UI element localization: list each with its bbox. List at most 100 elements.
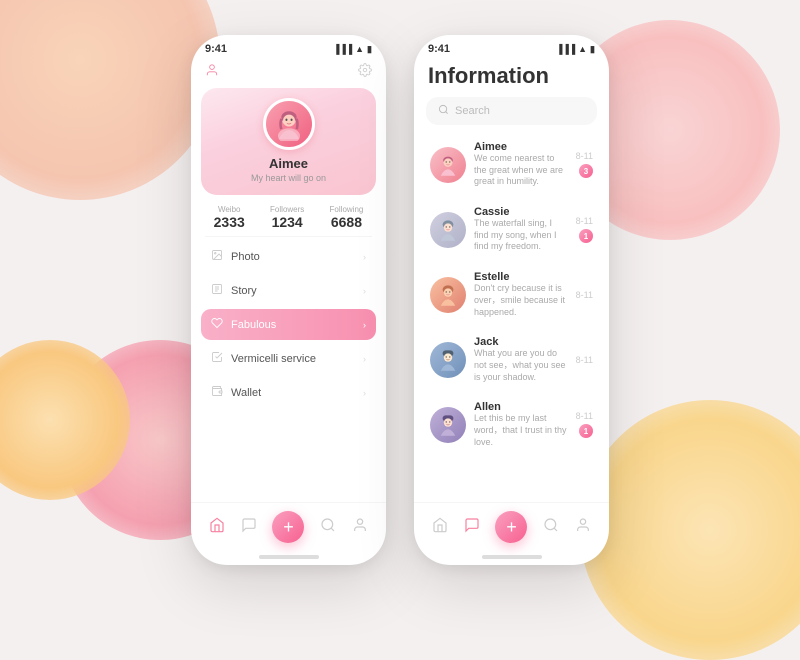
avatar-aimee <box>430 147 466 183</box>
msg-body-aimee: Aimee We come nearest to the great when … <box>474 141 568 188</box>
status-time-2: 9:41 <box>428 43 450 55</box>
chevron-photo: › <box>363 252 366 262</box>
msg-body-cassie: Cassie The waterfall sing, I find my son… <box>474 206 568 253</box>
msg-body-estelle: Estelle Don't cry because it is over，smi… <box>474 271 568 318</box>
msg-meta-aimee: 8-11 3 <box>576 151 593 178</box>
avatar-cassie <box>430 212 466 248</box>
stat-following: Following 6688 <box>330 205 364 230</box>
search-bar[interactable]: Search <box>426 97 597 125</box>
phone-information: 9:41 ▐▐▐ ▲ ▮ Information Search <box>414 35 609 565</box>
status-time-1: 9:41 <box>205 43 227 55</box>
signal-icon: ▐▐▐ <box>333 44 352 54</box>
info-title: Information <box>414 59 609 97</box>
menu-vermicelli-label: Vermicelli service <box>231 353 316 365</box>
msg-time-allen: 8-11 <box>576 411 593 421</box>
msg-badge-allen: 1 <box>579 424 593 438</box>
msg-body-jack: Jack What you are you do not see，what yo… <box>474 336 568 383</box>
search-bar-icon <box>438 104 449 118</box>
menu-photo-label: Photo <box>231 251 260 263</box>
menu-vermicelli[interactable]: Vermicelli service › <box>201 343 376 374</box>
msg-badge-cassie: 1 <box>579 229 593 243</box>
msg-time-aimee: 8-11 <box>576 151 593 161</box>
person-icon[interactable] <box>205 63 219 82</box>
msg-item-aimee[interactable]: Aimee We come nearest to the great when … <box>424 133 599 196</box>
vermicelli-icon <box>211 351 223 366</box>
nav-home-2[interactable] <box>432 517 448 538</box>
msg-preview-cassie: The waterfall sing, I find my song, when… <box>474 218 568 253</box>
scene: 9:41 ▐▐▐ ▲ ▮ <box>0 0 800 600</box>
msg-name-cassie: Cassie <box>474 206 568 218</box>
stat-followers-label: Followers <box>270 205 304 214</box>
msg-name-jack: Jack <box>474 336 568 348</box>
nav-profile-1[interactable] <box>352 517 368 538</box>
nav-add-1[interactable]: + <box>272 511 304 543</box>
story-icon <box>211 283 223 298</box>
avatar-estelle <box>430 277 466 313</box>
signal-icon-2: ▐▐▐ <box>556 44 575 54</box>
menu-fabulous-label: Fabulous <box>231 319 276 331</box>
stat-following-label: Following <box>330 205 364 214</box>
home-indicator-2 <box>482 555 542 559</box>
msg-name-allen: Allen <box>474 401 568 413</box>
msg-item-estelle[interactable]: Estelle Don't cry because it is over，smi… <box>424 263 599 326</box>
stats-row: Weibo 2333 Followers 1234 Following 6688 <box>191 195 386 236</box>
gear-icon[interactable] <box>358 63 372 82</box>
nav-home-1[interactable] <box>209 517 225 538</box>
wallet-icon <box>211 385 223 400</box>
stat-followers-value: 1234 <box>270 214 304 230</box>
msg-item-cassie[interactable]: Cassie The waterfall sing, I find my son… <box>424 198 599 261</box>
nav-profile-2[interactable] <box>575 517 591 538</box>
profile-banner: Aimee My heart will go on <box>201 88 376 195</box>
nav-chat-1[interactable] <box>241 517 257 538</box>
stat-weibo-value: 2333 <box>214 214 245 230</box>
msg-item-allen[interactable]: Allen Let this be my last word，that I tr… <box>424 393 599 456</box>
nav-search-2[interactable] <box>543 517 559 538</box>
phone1-content: Aimee My heart will go on Weibo 2333 Fol… <box>191 59 386 565</box>
battery-icon: ▮ <box>367 44 372 55</box>
avatar-allen <box>430 407 466 443</box>
msg-meta-jack: 8-11 <box>576 355 593 365</box>
msg-meta-allen: 8-11 1 <box>576 411 593 438</box>
status-icons-2: ▐▐▐ ▲ ▮ <box>556 44 595 55</box>
chevron-vermicelli: › <box>363 354 366 364</box>
bottom-nav-1: + <box>191 502 386 555</box>
menu-fabulous[interactable]: Fabulous › <box>201 309 376 340</box>
msg-badge-aimee: 3 <box>579 164 593 178</box>
menu-wallet-label: Wallet <box>231 387 261 399</box>
stat-following-value: 6688 <box>330 214 364 230</box>
phone2-content: Information Search <box>414 59 609 565</box>
msg-name-estelle: Estelle <box>474 271 568 283</box>
msg-preview-jack: What you are you do not see，what you see… <box>474 348 568 383</box>
avatar-jack <box>430 342 466 378</box>
phone-profile: 9:41 ▐▐▐ ▲ ▮ <box>191 35 386 565</box>
menu-story[interactable]: Story › <box>201 275 376 306</box>
nav-search-1[interactable] <box>320 517 336 538</box>
menu-list: Photo › Story › <box>191 237 386 502</box>
stat-followers: Followers 1234 <box>270 205 304 230</box>
msg-preview-allen: Let this be my last word，that I trust in… <box>474 413 568 448</box>
menu-photo[interactable]: Photo › <box>201 241 376 272</box>
nav-chat-2[interactable] <box>464 517 480 538</box>
wifi-icon: ▲ <box>355 44 364 54</box>
chevron-story: › <box>363 286 366 296</box>
chevron-fabulous: › <box>363 320 366 330</box>
msg-preview-aimee: We come nearest to the great when we are… <box>474 153 568 188</box>
heart-icon <box>211 317 223 332</box>
msg-meta-cassie: 8-11 1 <box>576 216 593 243</box>
msg-preview-estelle: Don't cry because it is over，smile becau… <box>474 283 568 318</box>
menu-wallet[interactable]: Wallet › <box>201 377 376 408</box>
bottom-nav-2: + <box>414 502 609 555</box>
msg-item-jack[interactable]: Jack What you are you do not see，what yo… <box>424 328 599 391</box>
avatar-large <box>263 98 315 150</box>
msg-name-aimee: Aimee <box>474 141 568 153</box>
status-bar-1: 9:41 ▐▐▐ ▲ ▮ <box>191 35 386 59</box>
profile-bio: My heart will go on <box>251 173 326 183</box>
nav-add-2[interactable]: + <box>495 511 527 543</box>
stat-weibo-label: Weibo <box>214 205 245 214</box>
search-placeholder: Search <box>455 105 490 117</box>
profile-name: Aimee <box>269 156 308 171</box>
battery-icon-2: ▮ <box>590 44 595 55</box>
stat-weibo: Weibo 2333 <box>214 205 245 230</box>
status-icons-1: ▐▐▐ ▲ ▮ <box>333 44 372 55</box>
msg-meta-estelle: 8-11 <box>576 290 593 300</box>
